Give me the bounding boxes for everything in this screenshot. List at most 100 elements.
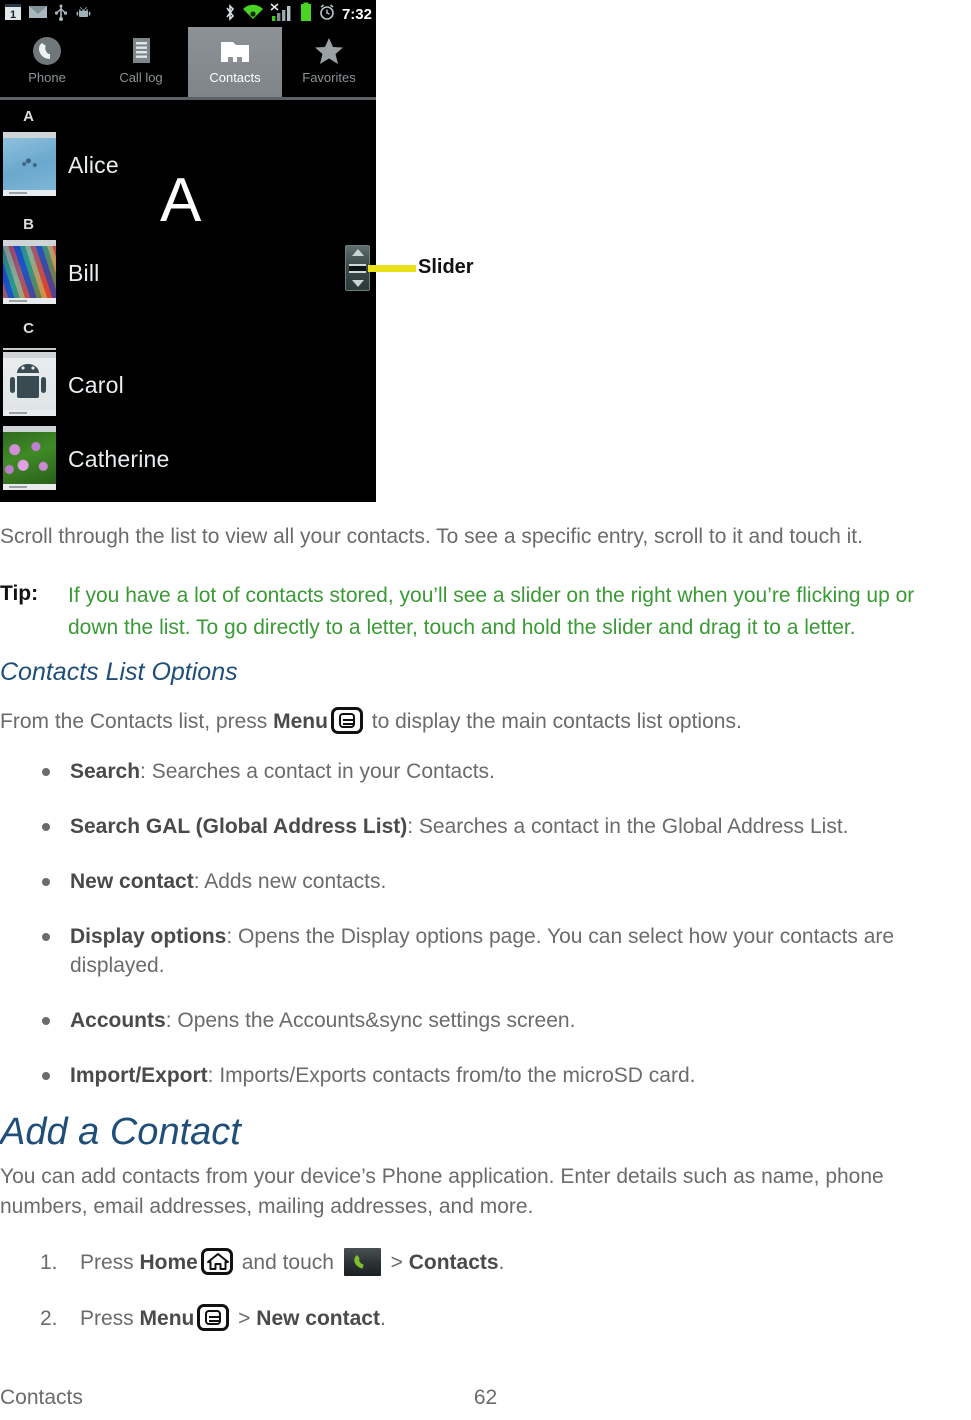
menu-intro-before: From the Contacts list, press bbox=[0, 710, 274, 733]
section-divider bbox=[3, 348, 56, 350]
bullet-icon bbox=[42, 878, 50, 886]
usb-icon bbox=[54, 3, 68, 26]
step-number: 2. bbox=[40, 1307, 58, 1330]
step-text-2: and touch bbox=[235, 1251, 340, 1274]
tab-contacts-label: Contacts bbox=[209, 70, 261, 85]
tip-label: Tip: bbox=[0, 582, 39, 605]
list-item[interactable]: Catherine bbox=[68, 446, 170, 473]
section-header-a: A bbox=[23, 108, 34, 125]
phone-app-icon bbox=[343, 1248, 381, 1276]
slider-down-arrow-icon bbox=[351, 280, 364, 287]
bullet-icon bbox=[42, 823, 50, 831]
tab-bar: Phone Call log Contacts Favorites bbox=[0, 27, 376, 97]
avatar[interactable] bbox=[3, 132, 56, 196]
overlay-letter: A bbox=[160, 166, 202, 235]
menu-intro-after: to display the main contacts list option… bbox=[365, 710, 742, 733]
bullet-icon bbox=[42, 768, 50, 776]
tip-text: If you have a lot of contacts stored, yo… bbox=[68, 584, 915, 639]
step-text-1: Press bbox=[80, 1251, 140, 1274]
tab-call-log-label: Call log bbox=[119, 70, 163, 85]
avatar[interactable] bbox=[3, 240, 56, 304]
scroll-slider[interactable] bbox=[345, 245, 370, 291]
wifi-icon bbox=[242, 4, 264, 26]
bullet-icon bbox=[42, 1017, 50, 1025]
menu-key-icon bbox=[197, 1304, 230, 1331]
option-desc: : Searches a contact in the Global Addre… bbox=[407, 815, 849, 838]
menu-intro-line: From the Contacts list, press Menu to di… bbox=[0, 707, 960, 734]
option-term: New contact bbox=[70, 870, 194, 893]
call-log-icon bbox=[126, 33, 156, 69]
option-term: Search GAL (Global Address List) bbox=[70, 815, 408, 838]
page-title-add-a-contact: Add a Contact bbox=[0, 1111, 241, 1153]
step-text-3: . bbox=[379, 1307, 386, 1330]
menu-intro-bold: Menu bbox=[273, 710, 328, 733]
phone-icon bbox=[30, 33, 64, 69]
option-desc: : Opens the Accounts&sync settings scree… bbox=[165, 1009, 576, 1032]
option-term: Display options bbox=[70, 925, 227, 948]
avatar[interactable] bbox=[3, 352, 56, 416]
option-term: Accounts bbox=[70, 1009, 166, 1032]
list-item: Search GAL (Global Address List): Search… bbox=[0, 812, 971, 841]
scroll-paragraph: Scroll through the list to view all your… bbox=[0, 522, 960, 552]
list-item[interactable]: Carol bbox=[68, 372, 124, 399]
step-text-1: Press bbox=[80, 1307, 140, 1330]
list-item: Search: Searches a contact in your Conta… bbox=[0, 757, 971, 786]
slider-grip[interactable] bbox=[349, 263, 366, 273]
scroll-paragraph-text: Scroll through the list to view all your… bbox=[0, 525, 863, 548]
add-contact-intro: You can add contacts from your device’s … bbox=[0, 1165, 884, 1218]
contacts-list[interactable]: A Alice B Bill C Carol Catherine bbox=[0, 100, 376, 502]
option-term: Import/Export bbox=[70, 1064, 208, 1087]
status-bar-clock: 7:32 bbox=[341, 5, 372, 23]
menu-key-icon bbox=[330, 707, 363, 734]
list-item: New contact: Adds new contacts. bbox=[0, 867, 971, 896]
avatar[interactable] bbox=[3, 426, 56, 490]
tip-block: Tip: If you have a lot of contacts store… bbox=[0, 580, 971, 644]
contacts-icon bbox=[218, 33, 252, 69]
menu-label: Menu bbox=[139, 1307, 195, 1330]
step-number: 1. bbox=[40, 1251, 58, 1274]
tab-favorites[interactable]: Favorites bbox=[282, 27, 376, 97]
contacts-label: Contacts bbox=[408, 1251, 499, 1274]
bullet-icon bbox=[42, 1072, 50, 1080]
list-item[interactable]: Alice bbox=[68, 152, 119, 179]
section-heading-contacts-list-options: Contacts List Options bbox=[0, 658, 238, 686]
option-desc: : Imports/Exports contacts from/to the m… bbox=[207, 1064, 696, 1087]
tab-phone[interactable]: Phone bbox=[0, 27, 94, 97]
page-footer: Contacts 62 bbox=[0, 1386, 971, 1420]
step-1: 1. Press Home and touch > Contacts. bbox=[0, 1248, 971, 1278]
star-icon bbox=[313, 33, 345, 69]
list-item: Display options: Opens the Display optio… bbox=[0, 922, 971, 980]
new-contact-label: New contact bbox=[256, 1307, 380, 1330]
list-item: Accounts: Opens the Accounts&sync settin… bbox=[0, 1006, 971, 1035]
callout-label-slider: Slider bbox=[418, 256, 474, 278]
status-bar: 1 7:32 bbox=[0, 0, 376, 27]
bullet-icon bbox=[42, 933, 50, 941]
battery-icon bbox=[300, 2, 312, 27]
status-bar-right-icons: 7:32 bbox=[224, 2, 372, 27]
svg-text:1: 1 bbox=[10, 9, 16, 21]
list-item[interactable]: Bill bbox=[68, 260, 99, 287]
status-bar-left-icons: 1 bbox=[4, 3, 92, 26]
section-header-c: C bbox=[23, 320, 34, 337]
footer-page-number: 62 bbox=[473, 1386, 498, 1409]
tab-contacts[interactable]: Contacts bbox=[188, 27, 282, 97]
section-header-b: B bbox=[23, 216, 34, 233]
phone-screen: 1 7:32 Phone Call log Contacts Favorites… bbox=[0, 0, 376, 502]
bluetooth-icon bbox=[224, 3, 236, 27]
option-desc: : Adds new contacts. bbox=[193, 870, 387, 893]
list-item: Import/Export: Imports/Exports contacts … bbox=[0, 1061, 971, 1090]
callout-leader-line bbox=[368, 265, 416, 272]
option-desc: : Searches a contact in your Contacts. bbox=[140, 760, 495, 783]
tab-phone-label: Phone bbox=[28, 70, 66, 85]
alarm-icon bbox=[318, 3, 336, 26]
tab-call-log[interactable]: Call log bbox=[94, 27, 188, 97]
tab-favorites-label: Favorites bbox=[302, 70, 356, 85]
contacts-options-list: Search: Searches a contact in your Conta… bbox=[0, 757, 971, 1116]
phone-screenshot: 1 7:32 Phone Call log Contacts Favorites… bbox=[0, 0, 474, 502]
step-text-3: > bbox=[384, 1251, 409, 1274]
email-icon bbox=[29, 5, 47, 24]
home-label: Home bbox=[139, 1251, 198, 1274]
step-text-4: . bbox=[498, 1251, 505, 1274]
android-debug-icon bbox=[75, 4, 92, 26]
home-key-icon bbox=[200, 1248, 233, 1275]
